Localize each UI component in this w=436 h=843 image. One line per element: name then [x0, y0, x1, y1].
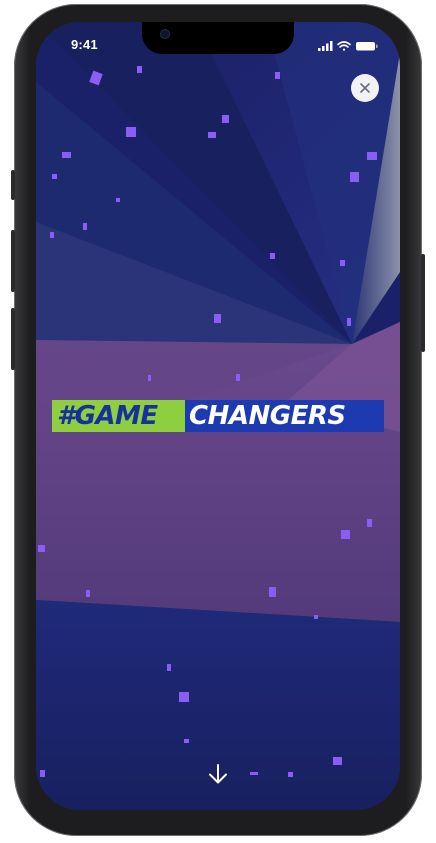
power-button: [421, 254, 425, 352]
volume-up-button: [11, 230, 15, 292]
wifi-icon: [337, 41, 351, 51]
battery-icon: [356, 42, 378, 51]
app-screen: 9:41 #GAME CHANGERS: [36, 22, 400, 810]
status-icons: [318, 41, 378, 51]
gamechangers-banner: #GAME CHANGERS: [52, 400, 384, 432]
arrow-down-icon: [209, 764, 227, 784]
mute-switch: [11, 170, 15, 200]
banner-part-changers: CHANGERS: [185, 400, 384, 432]
scroll-down-button[interactable]: [206, 762, 230, 786]
home-indicator: [156, 796, 280, 800]
volume-down-button: [11, 308, 15, 370]
notch: [142, 22, 294, 54]
status-time: 9:41: [71, 37, 98, 52]
close-icon: [360, 83, 370, 93]
front-camera: [160, 29, 170, 39]
signal-icon: [318, 41, 333, 51]
close-button[interactable]: [351, 74, 379, 102]
banner-part-game: #GAME: [52, 400, 185, 432]
